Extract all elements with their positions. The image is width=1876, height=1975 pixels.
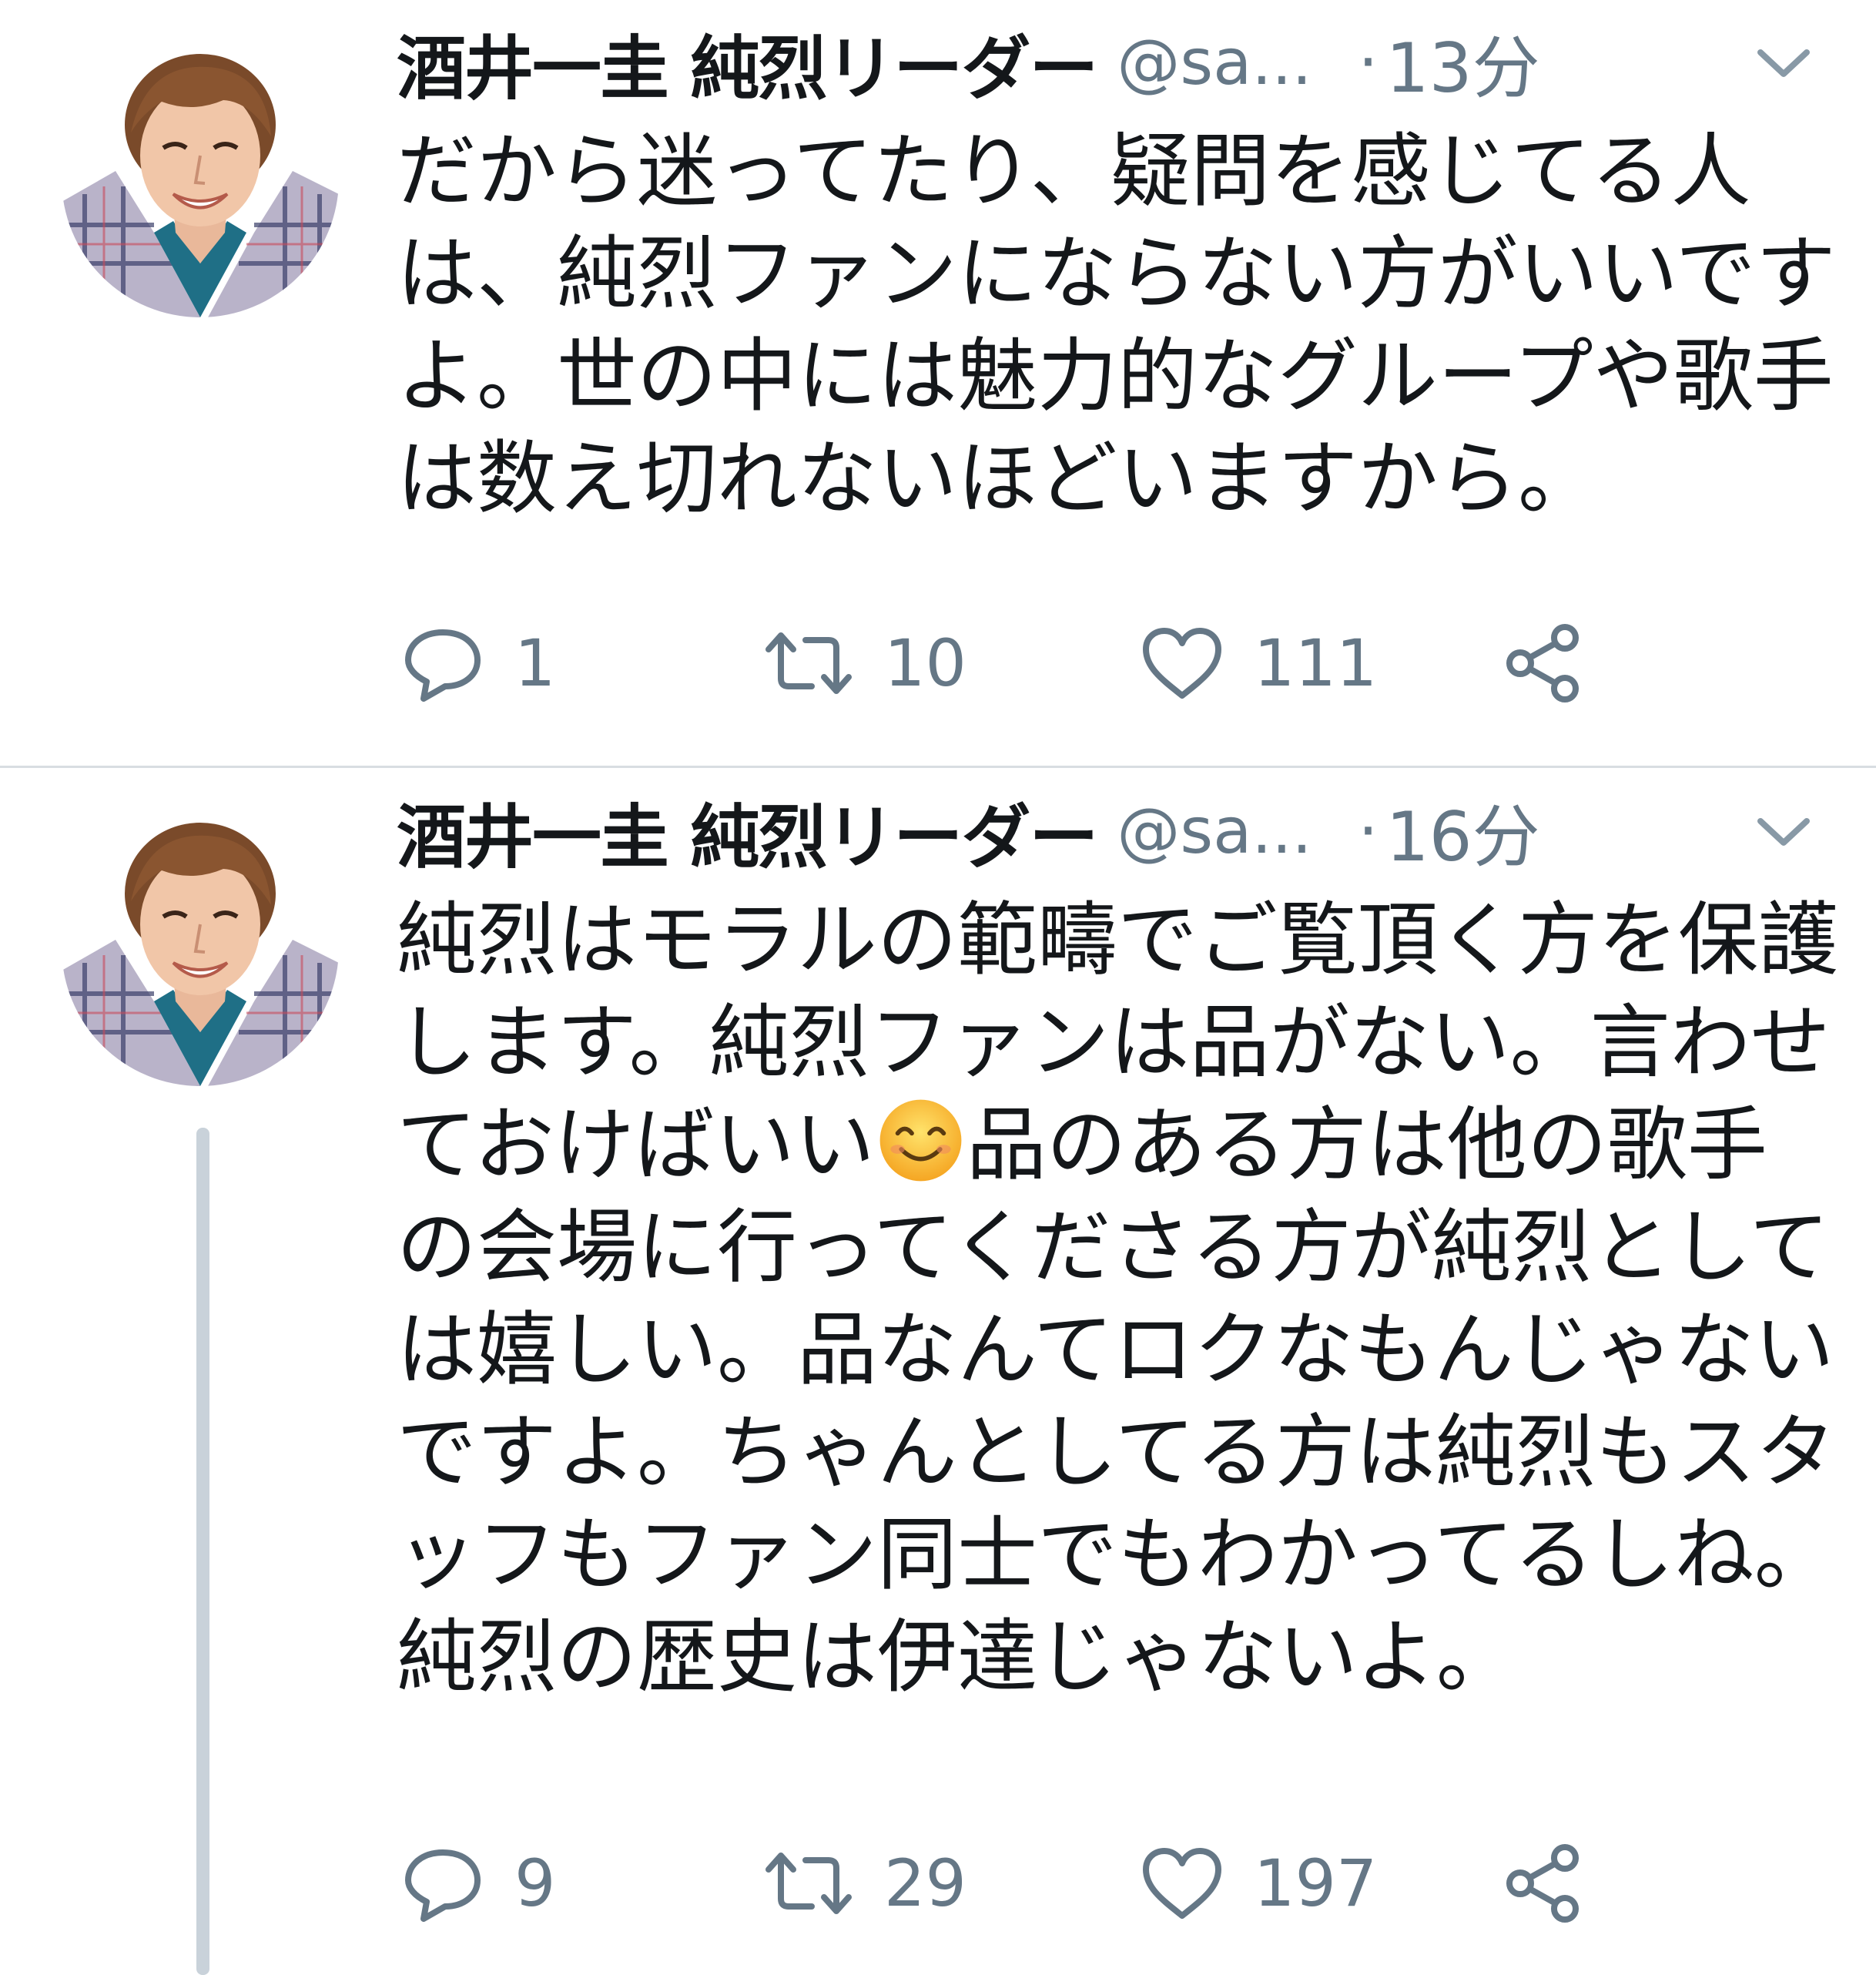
retweet-count: 29 xyxy=(884,1846,966,1921)
timestamp[interactable]: 16分 xyxy=(1386,783,1540,880)
reply-button[interactable]: 1 xyxy=(400,613,555,713)
avatar[interactable] xyxy=(62,40,339,317)
reply-count: 1 xyxy=(514,625,556,701)
like-button[interactable]: 111 xyxy=(1140,613,1377,713)
author-name[interactable]: 酒井一圭 純烈リーダー xyxy=(397,781,1098,881)
tweet-text-line: ッフもファン同士でもわかってるしね。 xyxy=(397,1507,1834,1601)
retweet-count: 10 xyxy=(884,625,966,701)
heart-icon xyxy=(1143,1848,1221,1919)
tweet-text-line: 純烈の歴史は伊達じゃないよ。 xyxy=(397,1610,1516,1704)
retweet-icon xyxy=(765,632,852,694)
share-icon xyxy=(1506,1844,1579,1923)
reply-button[interactable]: 9 xyxy=(400,1833,555,1933)
retweet-button[interactable]: 29 xyxy=(762,1833,966,1933)
tweet-text-line: は嬉しい。品なんてロクなもんじゃない xyxy=(397,1303,1834,1397)
tweet-text: 純烈はモラルの範疇でご覧頂く方を保護 します。純烈ファンは品がない。言わせ てお… xyxy=(397,889,1844,1708)
tweet-actions: 1 10 111 xyxy=(400,613,1633,713)
share-button[interactable] xyxy=(1502,1833,1586,1933)
tweet[interactable]: 酒井一圭 純烈リーダー @sa... · 16分 純烈はモラルの範疇でご覧頂く方… xyxy=(0,769,1876,1975)
author-handle[interactable]: @sa... xyxy=(1117,26,1312,99)
tweet-text-segment: 品のある方は他の歌手 xyxy=(966,1098,1767,1192)
separator: · xyxy=(1358,794,1379,868)
chevron-down-icon[interactable] xyxy=(1756,48,1811,79)
tweet-text-line: よ。世の中には魅力的なグループや歌手 xyxy=(397,329,1834,423)
like-count: 111 xyxy=(1254,625,1378,701)
author-name[interactable]: 酒井一圭 純烈リーダー xyxy=(397,12,1098,112)
tweet-text-line: だから迷ってたり、疑問を感じてる人 xyxy=(397,124,1751,218)
tweet-text-line: 純烈はモラルの範疇でご覧頂く方を保護 xyxy=(397,893,1839,987)
share-icon xyxy=(1506,624,1579,702)
retweet-button[interactable]: 10 xyxy=(762,613,966,713)
tweet[interactable]: 酒井一圭 純烈リーダー @sa... · 13分 だから迷ってたり、疑問を感じて… xyxy=(0,0,1876,767)
tweet-text-line: します。純烈ファンは品がない。言わせ xyxy=(397,995,1831,1089)
reply-count: 9 xyxy=(514,1846,556,1921)
tweet-text: だから迷ってたり、疑問を感じてる人 は、純烈ファンにならない方がいいです よ。世… xyxy=(397,120,1844,530)
like-count: 197 xyxy=(1254,1846,1378,1921)
like-button[interactable]: 197 xyxy=(1140,1833,1377,1933)
divider xyxy=(0,766,1876,768)
reply-icon xyxy=(405,629,481,702)
smiling-face-emoji-icon xyxy=(879,1099,962,1182)
tweet-header: 酒井一圭 純烈リーダー @sa... · 16分 xyxy=(397,781,1860,881)
tweet-text-segment: ておけばいい xyxy=(397,1098,875,1192)
heart-icon xyxy=(1143,628,1221,699)
chevron-down-icon[interactable] xyxy=(1756,816,1811,847)
author-handle[interactable]: @sa... xyxy=(1117,795,1312,868)
reply-icon xyxy=(405,1849,481,1922)
tweet-actions: 9 29 197 xyxy=(400,1833,1633,1933)
share-button[interactable] xyxy=(1502,613,1586,713)
tweet-text-line: の会場に行ってくださる方が純烈として xyxy=(397,1200,1830,1294)
retweet-icon xyxy=(765,1853,852,1914)
tweet-text-line: ですよ。ちゃんとしてる方は純烈もスタ xyxy=(397,1405,1836,1499)
avatar[interactable] xyxy=(62,809,339,1086)
tweet-header: 酒井一圭 純烈リーダー @sa... · 13分 xyxy=(397,12,1860,112)
tweet-text-line: は、純烈ファンにならない方がいいです xyxy=(397,226,1836,320)
thread-line xyxy=(196,1128,209,1975)
separator: · xyxy=(1358,25,1379,99)
tweet-text-line: ておけばいい 品のある方は他の歌手 xyxy=(397,1094,1844,1196)
tweet-text-line: は数え切れないほどいますから。 xyxy=(397,431,1599,525)
timestamp[interactable]: 13分 xyxy=(1386,14,1540,112)
